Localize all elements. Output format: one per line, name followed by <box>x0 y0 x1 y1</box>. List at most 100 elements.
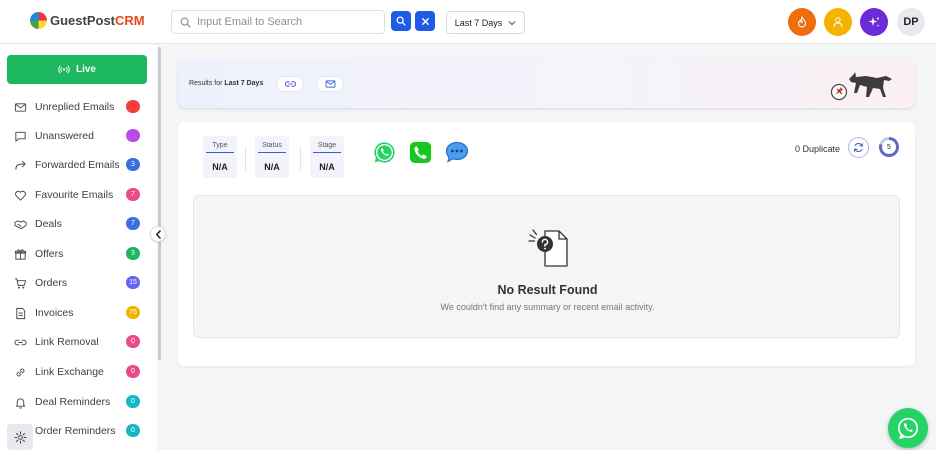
stat-label: Type <box>212 142 228 149</box>
sidebar-item-deals[interactable]: Deals 7 <box>14 214 142 234</box>
unknown-file-icon <box>528 229 568 267</box>
whatsapp-icon <box>373 141 395 163</box>
results-banner: Results for Last 7 Days <box>178 60 915 108</box>
count-badge: 3 <box>126 247 140 260</box>
chat-button[interactable] <box>445 140 469 164</box>
sparkle-icon <box>868 17 879 27</box>
sidebar-scrollbar[interactable] <box>158 47 161 360</box>
forward-arrow-icon <box>15 160 26 170</box>
stat-label: Status <box>262 142 282 149</box>
sidebar-item-label: Link Removal <box>35 336 99 348</box>
top-header: GuestPostCRM Last 7 Days DP <box>0 0 936 44</box>
result-count-badge[interactable]: 5 <box>879 137 899 157</box>
sidebar-item-label: Deal Reminders <box>35 396 111 408</box>
sidebar-item-offers[interactable]: Offers 3 <box>14 244 142 264</box>
sidebar-item-unanswered[interactable]: Unanswered <box>14 126 142 146</box>
status-stat[interactable]: Status N/A <box>255 136 289 178</box>
sidebar-item-favourite-emails[interactable]: Favourite Emails 7 <box>14 185 142 205</box>
count-badge: 7 <box>126 188 140 201</box>
count-badge: 75 <box>126 306 140 319</box>
call-button[interactable] <box>408 140 432 164</box>
stat-underline <box>313 152 341 153</box>
count-badge: 0 <box>126 365 140 378</box>
link-icon <box>284 81 296 87</box>
close-icon <box>421 17 429 25</box>
hot-leads-button[interactable] <box>788 8 816 36</box>
refresh-button[interactable] <box>848 137 869 158</box>
sidebar-item-label: Favourite Emails <box>35 189 114 201</box>
profile-button[interactable] <box>824 8 852 36</box>
sidebar: Live Unreplied Emails Unanswered Forward… <box>0 45 157 450</box>
summary-card: Type N/A Status N/A Stage N/A 0 Duplicat… <box>178 122 915 366</box>
sidebar-item-orders[interactable]: Orders 15 <box>14 273 142 293</box>
count-badge <box>126 129 140 142</box>
type-stat[interactable]: Type N/A <box>203 136 237 178</box>
stat-label: Stage <box>317 142 337 149</box>
sidebar-item-label: Link Exchange <box>35 366 104 378</box>
chat-bubble-icon <box>445 141 469 163</box>
empty-state-title: No Result Found <box>497 283 598 297</box>
phone-icon <box>409 141 431 163</box>
stat-value: N/A <box>319 162 335 172</box>
unlink-icon <box>14 339 27 345</box>
settings-button[interactable] <box>7 424 33 450</box>
stat-divider <box>245 147 246 171</box>
sidebar-item-label: Deals <box>35 218 62 230</box>
sidebar-item-label: Unanswered <box>35 130 94 142</box>
sidebar-item-label: Offers <box>35 248 64 260</box>
sidebar-item-link-exchange[interactable]: Link Exchange 0 <box>14 362 142 382</box>
search-button[interactable] <box>391 11 411 31</box>
sidebar-item-link-removal[interactable]: Link Removal 0 <box>14 332 142 352</box>
ai-assistant-button[interactable] <box>860 8 888 36</box>
empty-state: No Result Found We couldn't find any sum… <box>193 195 900 338</box>
live-button[interactable]: Live <box>7 55 147 84</box>
sidebar-item-unreplied-emails[interactable]: Unreplied Emails <box>14 97 142 117</box>
user-avatar[interactable]: DP <box>897 8 925 36</box>
whatsapp-support-button[interactable] <box>888 408 928 448</box>
avatar-initials: DP <box>903 16 919 28</box>
links-filter-button[interactable] <box>276 76 304 92</box>
sidebar-collapse-button[interactable] <box>150 226 166 242</box>
clear-search-button[interactable] <box>415 11 435 31</box>
duplicate-count: 0 Duplicate <box>795 144 841 154</box>
sidebar-item-label: Order Reminders <box>35 425 116 437</box>
fire-icon <box>797 16 807 28</box>
sidebar-item-order-reminders[interactable]: Order Reminders 0 <box>14 421 142 441</box>
count-badge: 15 <box>126 276 140 289</box>
user-icon <box>833 17 843 28</box>
date-range-value: Last 7 Days <box>454 17 503 28</box>
sidebar-item-invoices[interactable]: Invoices 75 <box>14 303 142 323</box>
bell-icon <box>15 397 26 409</box>
search-icon <box>396 16 406 26</box>
count-badge: 0 <box>126 335 140 348</box>
gear-icon <box>13 430 27 444</box>
search-input[interactable] <box>197 16 367 28</box>
link-icon <box>16 368 25 376</box>
sidebar-item-label: Invoices <box>35 307 74 319</box>
logo-icon <box>30 12 47 29</box>
results-summary: Results for Last 7 Days <box>189 80 264 87</box>
count-badge: 0 <box>126 395 140 408</box>
emails-filter-button[interactable] <box>316 76 344 92</box>
stat-value: N/A <box>212 162 228 172</box>
stat-underline <box>258 152 286 153</box>
message-square-icon <box>15 131 26 142</box>
whatsapp-button[interactable] <box>372 140 396 164</box>
app-logo[interactable]: GuestPostCRM <box>30 12 145 29</box>
mail-icon <box>325 80 335 88</box>
invoice-icon <box>16 307 26 319</box>
cart-icon <box>14 277 27 289</box>
count-badge: 0 <box>126 424 140 437</box>
empty-state-subtitle: We couldn't find any summary or recent e… <box>440 302 655 312</box>
count-badge: 3 <box>126 158 140 171</box>
sidebar-item-forwarded-emails[interactable]: Forwarded Emails 3 <box>14 155 142 175</box>
result-count: 5 <box>882 140 896 154</box>
mail-icon <box>14 102 27 112</box>
stage-stat[interactable]: Stage N/A <box>310 136 344 178</box>
stat-value: N/A <box>264 162 280 172</box>
date-range-select[interactable]: Last 7 Days <box>446 11 525 34</box>
logo-text: GuestPostCRM <box>50 13 145 28</box>
whatsapp-icon <box>897 417 919 439</box>
sidebar-item-deal-reminders[interactable]: Deal Reminders 0 <box>14 392 142 412</box>
stat-underline <box>206 152 234 153</box>
